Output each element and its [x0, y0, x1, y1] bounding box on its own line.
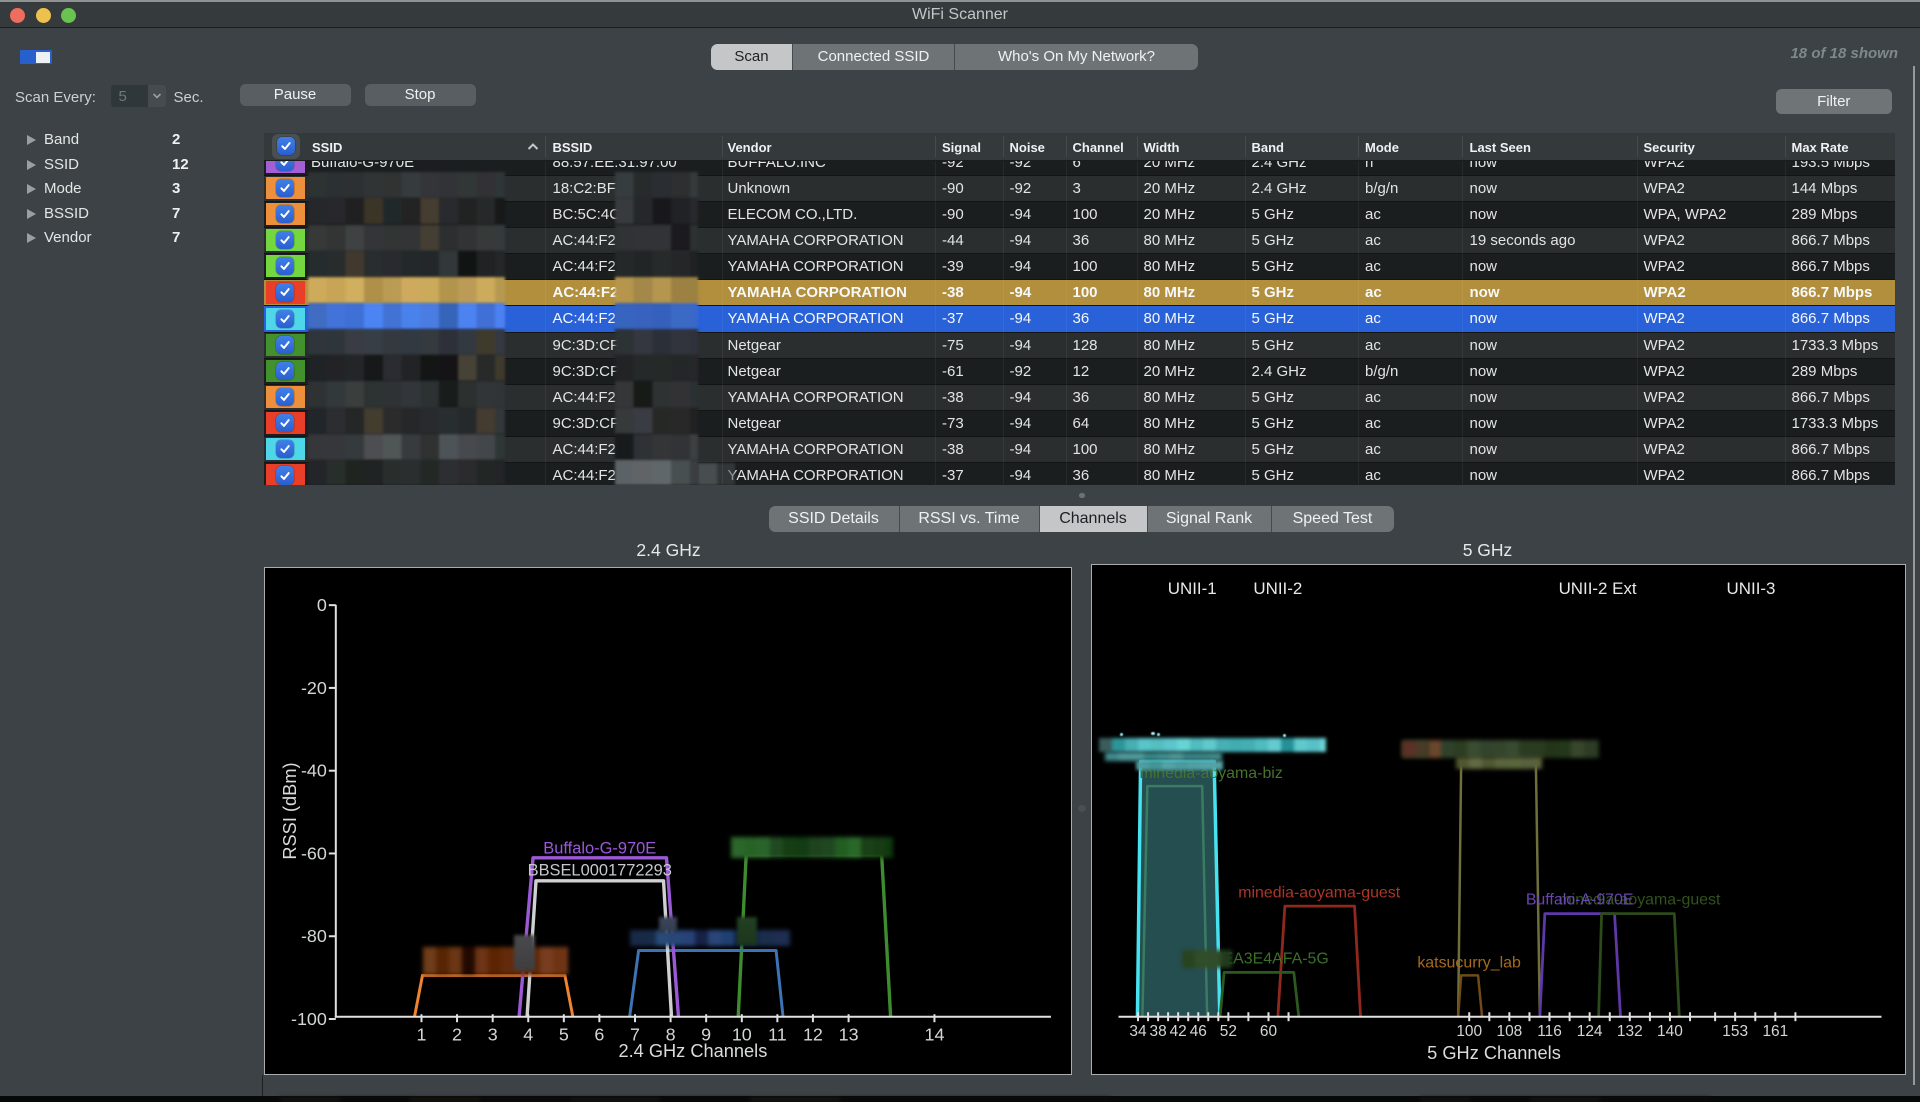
svg-text:4: 4 — [523, 1025, 533, 1045]
svg-text:-60: -60 — [300, 843, 326, 863]
svg-text:-20: -20 — [300, 678, 326, 698]
svg-text:UNII-2 Ext: UNII-2 Ext — [1559, 579, 1637, 598]
svg-text:11: 11 — [768, 1025, 787, 1045]
svg-text:-100: -100 — [291, 1009, 327, 1029]
svg-text:2: 2 — [452, 1025, 462, 1045]
svg-text:1: 1 — [416, 1025, 426, 1045]
svg-text:108: 108 — [1496, 1023, 1522, 1040]
svg-text:BBSEL0001772293: BBSEL0001772293 — [527, 861, 671, 879]
svg-text:14: 14 — [924, 1025, 944, 1045]
svg-text:UNII-2: UNII-2 — [1253, 579, 1302, 598]
svg-text:38: 38 — [1150, 1023, 1167, 1040]
svg-text:UNII-3: UNII-3 — [1727, 579, 1776, 598]
svg-text:5: 5 — [558, 1025, 568, 1045]
svg-text:46: 46 — [1190, 1023, 1207, 1040]
svg-text:100: 100 — [1456, 1023, 1482, 1040]
svg-text:2.4 GHz Channels: 2.4 GHz Channels — [618, 1041, 767, 1061]
svg-text:0: 0 — [316, 595, 326, 615]
svg-text:116: 116 — [1537, 1023, 1562, 1040]
svg-text:-80: -80 — [300, 926, 326, 946]
svg-text:161: 161 — [1762, 1023, 1788, 1040]
svg-text:124: 124 — [1577, 1023, 1603, 1040]
svg-text:60: 60 — [1260, 1023, 1277, 1040]
svg-text:RSSI (dBm): RSSI (dBm) — [279, 762, 299, 859]
svg-text:52: 52 — [1220, 1023, 1237, 1040]
svg-text:12: 12 — [802, 1025, 822, 1045]
svg-text:13: 13 — [838, 1025, 858, 1045]
svg-text:katsucurry_lab: katsucurry_lab — [1417, 954, 1521, 971]
svg-text:UNII-1: UNII-1 — [1168, 579, 1217, 598]
svg-text:153: 153 — [1722, 1023, 1748, 1040]
svg-text:Buffalo-A-970E: Buffalo-A-970E — [1526, 892, 1634, 909]
svg-text:3: 3 — [487, 1025, 497, 1045]
svg-text:42: 42 — [1170, 1023, 1187, 1040]
svg-text:Buffalo-G-970E: Buffalo-G-970E — [543, 839, 656, 857]
svg-text:34: 34 — [1129, 1023, 1147, 1040]
svg-text:140: 140 — [1657, 1023, 1683, 1040]
svg-text:132: 132 — [1617, 1023, 1643, 1040]
svg-text:-40: -40 — [300, 761, 326, 781]
svg-text:6: 6 — [594, 1025, 604, 1045]
svg-text:5 GHz Channels: 5 GHz Channels — [1427, 1043, 1561, 1063]
svg-text:minedia-aoyama-guest: minedia-aoyama-guest — [1238, 885, 1401, 902]
